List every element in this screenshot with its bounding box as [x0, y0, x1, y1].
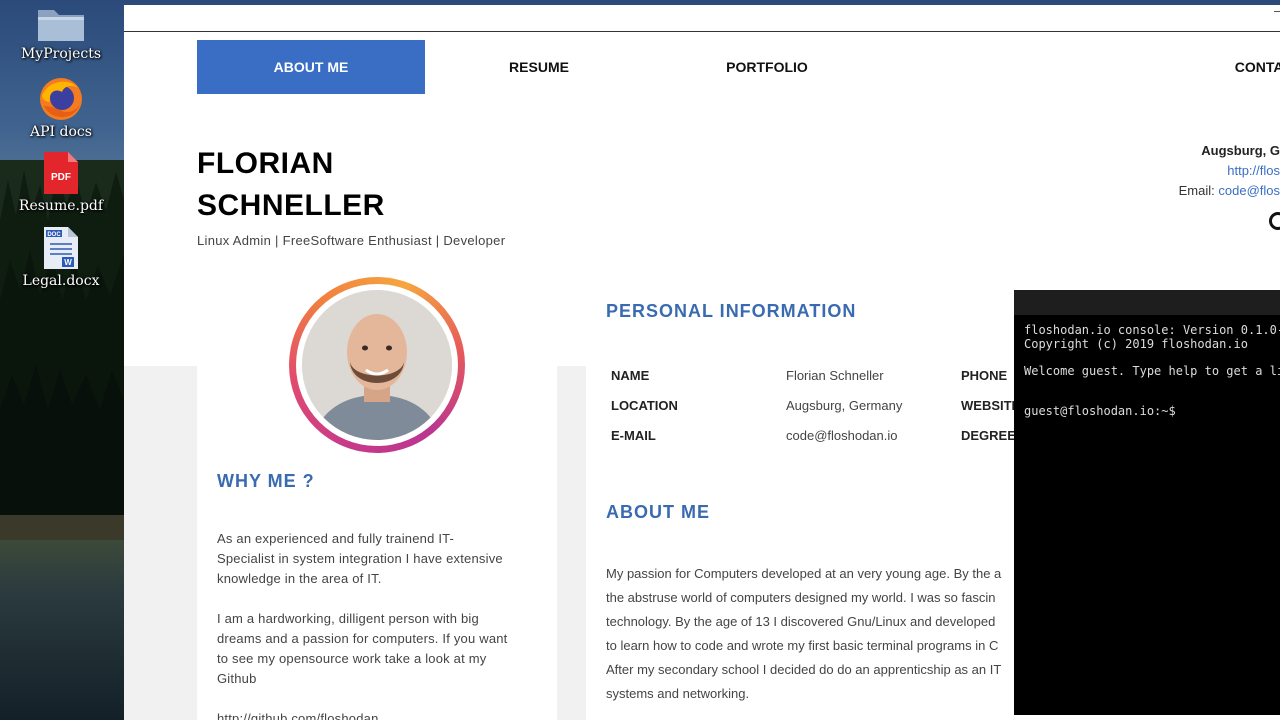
text-line: knowledge in the area of IT. [217, 571, 382, 586]
nav-item-about-me[interactable]: ABOUT ME [197, 40, 425, 94]
text-line: dreams and a passion for computers. If y… [217, 631, 508, 646]
info-key: WEBSITE [961, 398, 1021, 413]
desktop-icon-resume-pdf[interactable]: PDF Resume.pdf [0, 150, 122, 214]
info-key: LOCATION [611, 398, 678, 413]
console-line: floshodan.io console: Version 0.1.0- [1024, 323, 1280, 337]
info-key: NAME [611, 368, 650, 383]
nav-item-resume[interactable]: RESUME [425, 40, 653, 94]
pdf-badge: PDF [51, 172, 71, 183]
desktop-icon-label: MyProjects [20, 46, 102, 62]
info-value: Florian Schneller [786, 368, 884, 383]
desktop-icon-api-docs[interactable]: API docs [0, 76, 122, 140]
website-link[interactable]: http://flos [1227, 163, 1280, 178]
why-me-title: WHY ME ? [217, 471, 315, 491]
email-link[interactable]: code@flos [1218, 183, 1280, 198]
contact-city: Augsburg, G [1201, 143, 1280, 158]
text-line: to learn how to code and wrote my first … [606, 638, 999, 653]
why-me-paragraph-2: I am a hardworking, dilligent person wit… [217, 609, 508, 689]
desktop-icon-myprojects[interactable]: MyProjects [0, 4, 122, 62]
person-photo-art [302, 290, 452, 440]
personal-info-title: PERSONAL INFORMATION [606, 301, 857, 321]
console-output[interactable]: floshodan.io console: Version 0.1.0- Copy… [1014, 315, 1280, 426]
profile-photo [302, 290, 452, 440]
desktop-icon-label: API docs [30, 124, 92, 140]
doc-badge: DOC [47, 232, 61, 238]
profile-name: FLORIAN SCHNELLER [197, 143, 385, 227]
github-icon[interactable] [1269, 212, 1280, 230]
info-email-link[interactable]: code@floshodan.io [786, 428, 898, 443]
console-window[interactable]: floshodan.io console: Version 0.1.0- Copy… [1014, 290, 1280, 715]
lake-wallpaper-art [0, 540, 124, 720]
forest-wallpaper-art [0, 160, 124, 560]
text-line: Specialist in system integration I have … [217, 551, 503, 566]
desktop-icon-label: Legal.docx [22, 273, 100, 289]
console-title-bar[interactable] [1014, 290, 1280, 315]
text-line: Github [217, 671, 257, 686]
text-line: to see my opensource work take a look at… [217, 651, 487, 666]
why-me-paragraph-1: As an experienced and fully trainend IT-… [217, 529, 503, 589]
text-line: After my secondary school I decided do d… [606, 662, 1002, 677]
contact-block: Augsburg, G http://flos Email: code@flos [1179, 141, 1280, 201]
text-line: the abstruse world of computers designed… [606, 590, 996, 605]
nav-item-portfolio[interactable]: PORTFOLIO [653, 40, 881, 94]
pdf-file-icon: PDF [44, 152, 78, 194]
console-prompt[interactable]: guest@floshodan.io:~$ [1024, 404, 1270, 418]
console-line: Copyright (c) 2019 floshodan.io [1024, 337, 1248, 351]
info-value: Augsburg, Germany [786, 398, 903, 413]
profile-tagline: Linux Admin | FreeSoftware Enthusiast | … [197, 233, 506, 248]
last-name: SCHNELLER [197, 189, 385, 222]
docx-file-icon: DOC W [44, 227, 78, 269]
info-key: E-MAIL [611, 428, 656, 443]
browser-top-bar [124, 5, 1280, 32]
info-key: DEGREE [961, 428, 1016, 443]
info-key: PHONE [961, 368, 1008, 383]
first-name: FLORIAN [197, 147, 334, 180]
text-line: As an experienced and fully trainend IT- [217, 531, 455, 546]
desktop-icon-label: Resume.pdf [18, 198, 104, 214]
folder-icon [38, 10, 84, 41]
text-line: technology. By the age of 13 I discovere… [606, 614, 996, 629]
desktop-icon-legal-docx[interactable]: DOC W Legal.docx [0, 225, 122, 289]
email-label: Email: [1178, 183, 1215, 198]
firefox-icon [40, 78, 82, 120]
about-me-title: ABOUT ME [606, 502, 710, 522]
text-line: My passion for Computers developed at an… [606, 566, 1002, 581]
svg-text:W: W [64, 258, 72, 267]
text-line: systems and networking. [606, 686, 750, 701]
avatar [289, 277, 465, 453]
text-line: I am a hardworking, dilligent person wit… [217, 611, 479, 626]
github-link[interactable]: http://github.com/floshodan [217, 709, 379, 720]
console-line: Welcome guest. Type help to get a li [1024, 364, 1280, 378]
nav-item-contact-me[interactable]: CONTACT ME [1167, 40, 1280, 94]
about-me-paragraph: My passion for Computers developed at an… [606, 562, 1026, 706]
